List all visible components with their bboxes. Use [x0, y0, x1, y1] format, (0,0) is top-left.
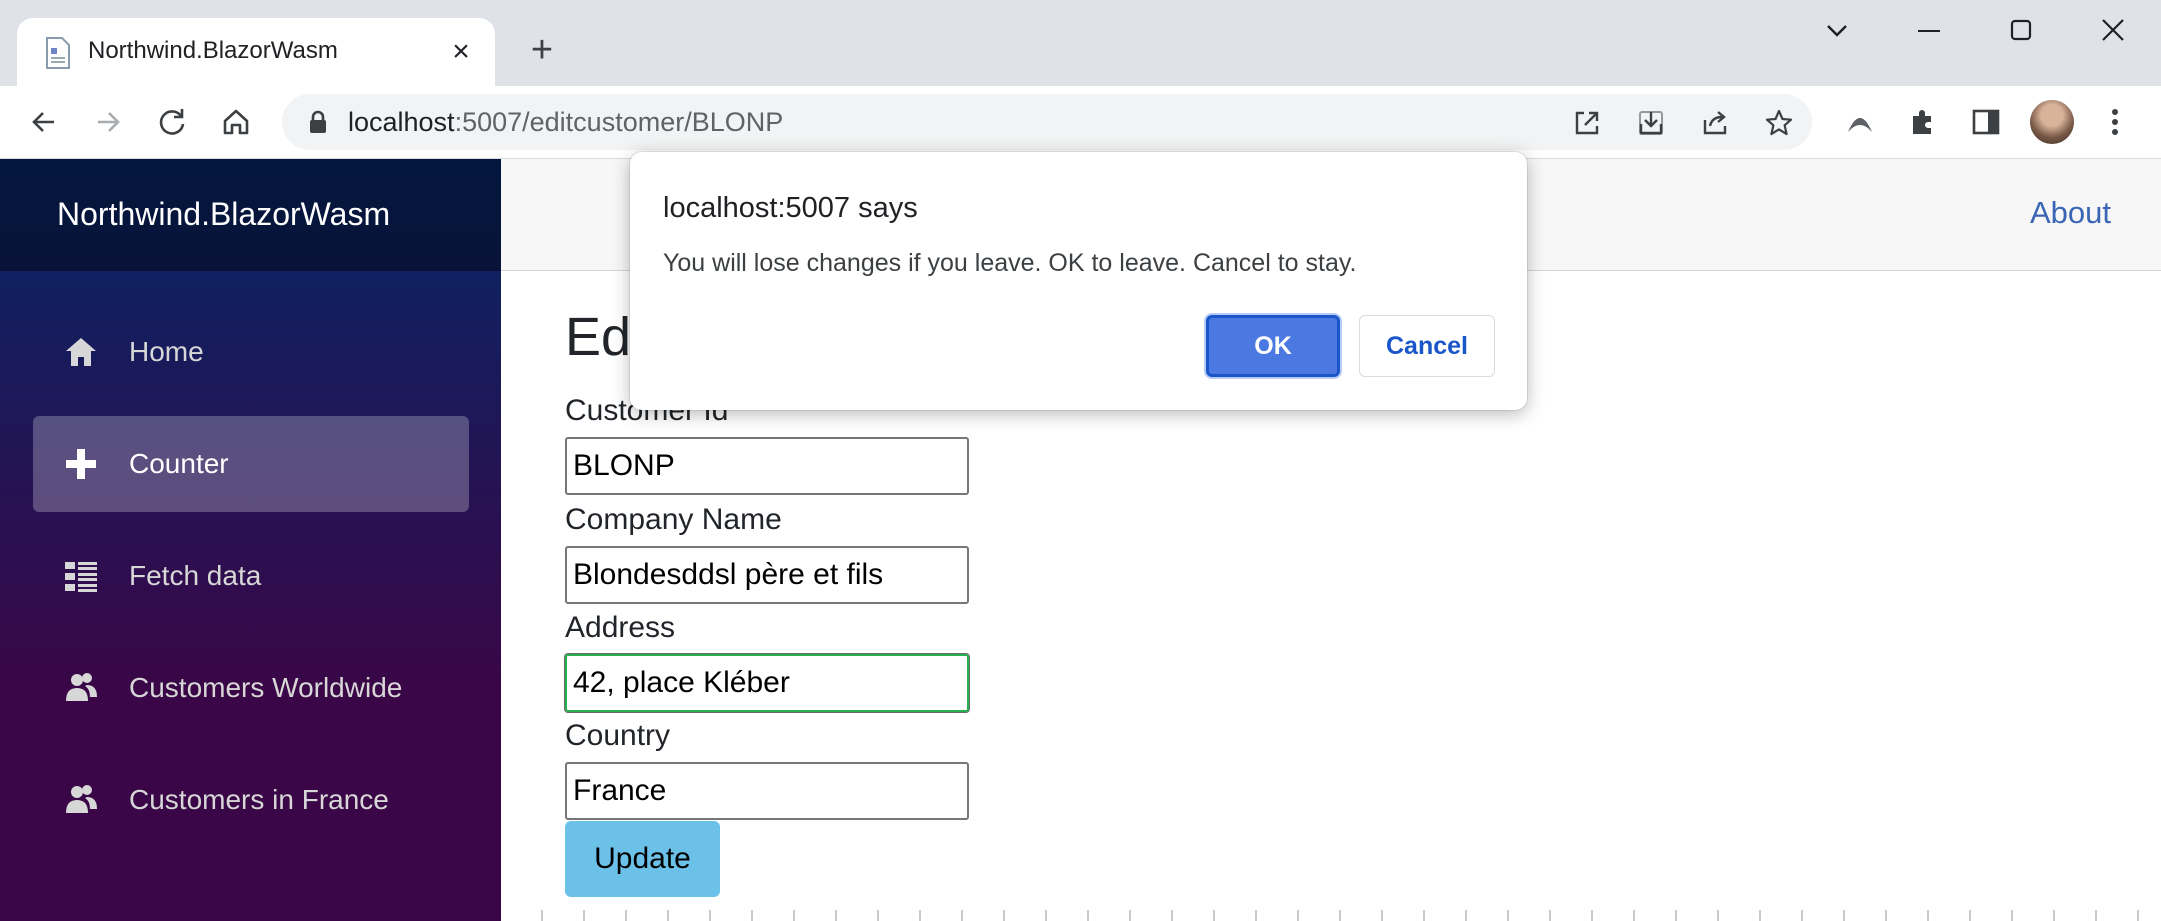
browser-titlebar: Northwind.BlazorWasm × + [0, 0, 2161, 86]
people-icon [63, 782, 99, 818]
list-icon [63, 558, 99, 594]
dialog-message: You will lose changes if you leave. OK t… [663, 249, 1357, 277]
share-icon[interactable] [1698, 106, 1732, 140]
about-link[interactable]: About [2030, 195, 2111, 231]
ok-button[interactable]: OK [1206, 315, 1340, 377]
nav-label-customers-worldwide: Customers Worldwide [129, 672, 403, 703]
minimize-icon[interactable] [1899, 10, 1959, 50]
page-title: Ed [565, 307, 632, 367]
plus-icon [63, 446, 99, 482]
url-path: :5007/editcustomer/BLONP [454, 107, 784, 137]
tab-close-icon[interactable]: × [445, 36, 477, 68]
confirm-dialog: localhost:5007 says You will lose change… [630, 152, 1527, 410]
new-tab-button[interactable]: + [522, 30, 562, 70]
nav-item-home[interactable]: Home [33, 304, 469, 400]
country-input[interactable]: France [565, 762, 969, 820]
address-bar[interactable]: localhost:5007/editcustomer/BLONP [282, 94, 1812, 150]
address-input[interactable]: 42, place Kléber [564, 653, 970, 713]
nav-item-counter[interactable]: Counter [33, 416, 469, 512]
customer-id-input[interactable]: BLONP [565, 437, 969, 495]
brand-link[interactable]: Northwind.BlazorWasm [57, 196, 390, 233]
close-window-icon[interactable] [2083, 10, 2143, 50]
extension-arc-icon[interactable] [1840, 102, 1880, 142]
people-icon [63, 670, 99, 706]
bookmark-star-icon[interactable] [1762, 106, 1796, 140]
tab-search-chevron-icon[interactable] [1807, 10, 1867, 50]
nav-label-counter: Counter [129, 448, 229, 479]
country-label: Country [565, 719, 671, 752]
sidebar: Northwind.BlazorWasm Home Counter Fetch … [0, 159, 501, 921]
cancel-button[interactable]: Cancel [1359, 315, 1495, 377]
address-label: Address [565, 611, 676, 644]
menu-kebab-icon[interactable] [2095, 102, 2135, 142]
dialog-title: localhost:5007 says [663, 192, 918, 224]
company-name-label: Company Name [565, 503, 782, 536]
lock-icon[interactable] [304, 108, 332, 136]
brand-bar: Northwind.BlazorWasm [0, 159, 501, 271]
profile-avatar[interactable] [2030, 100, 2074, 144]
back-icon[interactable] [24, 102, 64, 142]
browser-toolbar: localhost:5007/editcustomer/BLONP [0, 86, 2161, 159]
nav-label-fetch-data: Fetch data [129, 560, 262, 591]
nav-label-customers-in-france: Customers in France [129, 784, 389, 815]
page-icon [43, 36, 73, 70]
nav-item-fetch-data[interactable]: Fetch data [33, 528, 469, 624]
nav-label-home: Home [129, 336, 204, 367]
reload-icon[interactable] [152, 102, 192, 142]
url-host: localhost [348, 107, 455, 137]
cut-off-content [501, 910, 2161, 921]
install-icon[interactable] [1634, 106, 1668, 140]
maximize-icon[interactable] [1991, 10, 2051, 50]
home-icon [63, 334, 99, 370]
side-panel-icon[interactable] [1966, 102, 2006, 142]
company-name-input[interactable]: Blondesddsl père et fils [565, 546, 969, 604]
forward-icon[interactable] [88, 102, 128, 142]
nav-item-customers-in-france[interactable]: Customers in France [33, 752, 469, 848]
home-browser-icon[interactable] [216, 102, 256, 142]
extensions-puzzle-icon[interactable] [1903, 102, 1943, 142]
url-text[interactable]: localhost:5007/editcustomer/BLONP [348, 107, 783, 138]
update-button[interactable]: Update [565, 821, 720, 897]
browser-tab[interactable]: Northwind.BlazorWasm × [17, 18, 495, 86]
nav-item-customers-worldwide[interactable]: Customers Worldwide [33, 640, 469, 736]
open-in-app-icon[interactable] [1570, 106, 1604, 140]
tab-title: Northwind.BlazorWasm [88, 37, 338, 64]
